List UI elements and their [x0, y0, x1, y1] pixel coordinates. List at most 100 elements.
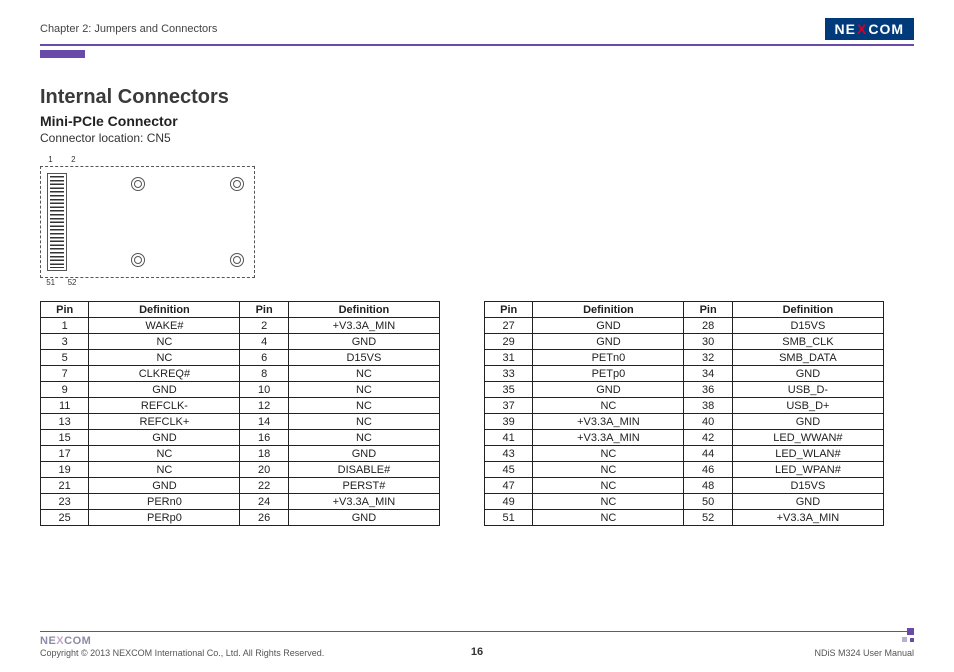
definition-cell: NC [533, 494, 684, 510]
pin-cell: 38 [684, 398, 732, 414]
table-row: 17NC18GND [41, 446, 440, 462]
pin-cell: 3 [41, 334, 89, 350]
pin-cell: 30 [684, 334, 732, 350]
th-pin: Pin [684, 302, 732, 318]
pin-cell: 13 [41, 414, 89, 430]
mounting-hole-icon [131, 177, 145, 191]
definition-cell: CLKREQ# [89, 366, 240, 382]
definition-cell: PERST# [288, 478, 439, 494]
table-row: 29GND30SMB_CLK [485, 334, 884, 350]
definition-cell: NC [533, 478, 684, 494]
table-row: 9GND10NC [41, 382, 440, 398]
definition-cell: NC [288, 366, 439, 382]
definition-cell: +V3.3A_MIN [288, 494, 439, 510]
definition-cell: GND [288, 510, 439, 526]
table-row: 49NC50GND [485, 494, 884, 510]
definition-cell: D15VS [732, 478, 883, 494]
section-title: Mini-PCIe Connector [40, 113, 914, 129]
pin-cell: 20 [240, 462, 288, 478]
pin-cell: 24 [240, 494, 288, 510]
pin-cell: 42 [684, 430, 732, 446]
pin-cell: 44 [684, 446, 732, 462]
pin-cell: 1 [41, 318, 89, 334]
definition-cell: WAKE# [89, 318, 240, 334]
page-number: 16 [40, 646, 914, 658]
pin-cell: 52 [684, 510, 732, 526]
definition-cell: REFCLK+ [89, 414, 240, 430]
definition-cell: NC [89, 334, 240, 350]
page-title: Internal Connectors [40, 86, 914, 109]
definition-cell: GND [533, 382, 684, 398]
logo-text-x: X [857, 21, 867, 37]
pin-cell: 7 [41, 366, 89, 382]
table-row: 7CLKREQ#8NC [41, 366, 440, 382]
definition-cell: NC [288, 414, 439, 430]
definition-cell: LED_WWAN# [732, 430, 883, 446]
pin-label-2: 2 [71, 155, 75, 164]
connector-diagram: 1 2 51 52 [40, 155, 914, 287]
pin-cell: 12 [240, 398, 288, 414]
pin-cell: 8 [240, 366, 288, 382]
definition-cell: PETn0 [533, 350, 684, 366]
table-row: 21GND22PERST# [41, 478, 440, 494]
definition-cell: NC [533, 398, 684, 414]
pin-cell: 4 [240, 334, 288, 350]
definition-cell: GND [89, 430, 240, 446]
definition-cell: GND [533, 318, 684, 334]
pin-table-right: Pin Definition Pin Definition 27GND28D15… [484, 301, 884, 526]
pin-cell: 51 [485, 510, 533, 526]
pin-cell: 19 [41, 462, 89, 478]
pin-cell: 41 [485, 430, 533, 446]
definition-cell: NC [533, 462, 684, 478]
definition-cell: NC [533, 446, 684, 462]
pin-cell: 21 [41, 478, 89, 494]
th-def: Definition [89, 302, 240, 318]
pin-cell: 35 [485, 382, 533, 398]
definition-cell: LED_WPAN# [732, 462, 883, 478]
definition-cell: SMB_CLK [732, 334, 883, 350]
pin-label-1: 1 [48, 155, 52, 164]
pin-cell: 6 [240, 350, 288, 366]
definition-cell: NC [288, 398, 439, 414]
pin-cell: 9 [41, 382, 89, 398]
mounting-hole-icon [230, 177, 244, 191]
pin-cell: 29 [485, 334, 533, 350]
pin-cell: 32 [684, 350, 732, 366]
pin-cell: 46 [684, 462, 732, 478]
pin-cell: 47 [485, 478, 533, 494]
th-pin: Pin [41, 302, 89, 318]
table-row: 1WAKE#2+V3.3A_MIN [41, 318, 440, 334]
definition-cell: NC [89, 350, 240, 366]
connector-location: Connector location: CN5 [40, 131, 914, 145]
table-row: 47NC48D15VS [485, 478, 884, 494]
table-row: 13REFCLK+14NC [41, 414, 440, 430]
pin-cell: 36 [684, 382, 732, 398]
brand-logo: NEXCOM [825, 18, 914, 40]
definition-cell: NC [533, 510, 684, 526]
side-tab-decor [40, 50, 85, 58]
table-row: 15GND16NC [41, 430, 440, 446]
pin-cell: 15 [41, 430, 89, 446]
header-rule [40, 44, 914, 46]
definition-cell: USB_D- [732, 382, 883, 398]
definition-cell: PERp0 [89, 510, 240, 526]
logo-text-post: COM [868, 21, 904, 37]
th-def: Definition [533, 302, 684, 318]
pin-cell: 18 [240, 446, 288, 462]
table-row: 23PERn024+V3.3A_MIN [41, 494, 440, 510]
table-row: 35GND36USB_D- [485, 382, 884, 398]
pin-cell: 34 [684, 366, 732, 382]
pin-cell: 31 [485, 350, 533, 366]
mounting-hole-icon [230, 253, 244, 267]
pin-cell: 49 [485, 494, 533, 510]
definition-cell: +V3.3A_MIN [533, 430, 684, 446]
pin-cell: 2 [240, 318, 288, 334]
definition-cell: LED_WLAN# [732, 446, 883, 462]
pin-cell: 37 [485, 398, 533, 414]
definition-cell: SMB_DATA [732, 350, 883, 366]
definition-cell: GND [89, 478, 240, 494]
definition-cell: +V3.3A_MIN [288, 318, 439, 334]
definition-cell: GND [732, 366, 883, 382]
pin-table-left: Pin Definition Pin Definition 1WAKE#2+V3… [40, 301, 440, 526]
logo-text-pre: NE [835, 21, 856, 37]
